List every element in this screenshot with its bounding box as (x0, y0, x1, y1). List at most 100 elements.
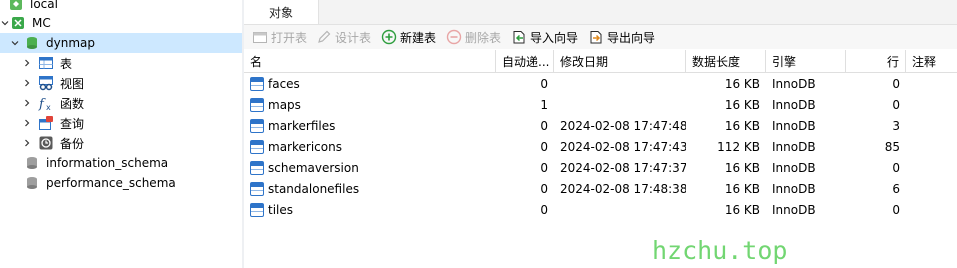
cell-modified (554, 94, 686, 115)
table-row[interactable]: schemaversion 0 2024-02-08 17:47:37 16 KB In… (244, 157, 957, 178)
cell-modified: 2024-02-08 17:47:37 (554, 157, 686, 178)
cell-data-length: 16 KB (686, 157, 766, 178)
queries-icon (38, 115, 54, 131)
chevron-down-icon[interactable] (10, 38, 20, 48)
cell-auto-increment: 0 (496, 73, 554, 94)
column-header-modified[interactable]: 修改日期 (554, 50, 686, 72)
cell-text: 0 (540, 118, 548, 133)
tree-item-information-schema[interactable]: information_schema (0, 153, 242, 173)
tree-item-label: information_schema (46, 156, 169, 170)
cell-text: 0 (540, 139, 548, 154)
column-header-name[interactable]: 名 (244, 50, 496, 72)
tree-item-mc[interactable]: MC (0, 13, 242, 33)
column-header-data-length[interactable]: 数据长度 (686, 50, 766, 72)
table-icon (250, 76, 264, 91)
tree-item-functions[interactable]: fx 函数 (0, 93, 242, 113)
tree-item-backups[interactable]: 备份 (0, 133, 242, 153)
table-row[interactable]: markericons 0 2024-02-08 17:47:43 112 KB Inn… (244, 136, 957, 157)
cell-text: InnoDB (772, 202, 816, 217)
cell-text: 2024-02-08 17:47:48 (560, 118, 686, 133)
column-header-auto-increment[interactable]: 自动递... (496, 50, 554, 72)
cell-text: 3 (892, 118, 900, 133)
tab-objects[interactable]: 对象 (244, 0, 319, 24)
cell-modified: 2024-02-08 17:48:38 (554, 178, 686, 199)
chevron-down-icon[interactable] (0, 18, 10, 28)
table-row[interactable]: maps 1 16 KB InnoDB 0 (244, 94, 957, 115)
new-table-button[interactable]: 新建表 (381, 27, 436, 47)
delete-table-button[interactable]: 删除表 (446, 27, 501, 47)
column-header-comment[interactable]: 注释 (906, 50, 957, 72)
cell-rows: 6 (846, 178, 906, 199)
database-icon (24, 35, 40, 51)
export-wizard-button[interactable]: 导出向导 (588, 27, 655, 47)
tree-item-label: 查询 (60, 116, 85, 131)
chevron-right-icon[interactable] (22, 98, 32, 108)
chevron-right-icon[interactable] (22, 78, 32, 88)
table-icon (250, 181, 264, 196)
cell-text: 0 (540, 76, 548, 91)
connection-icon (8, 0, 24, 12)
open-table-button[interactable]: 打开表 (252, 27, 307, 47)
export-wizard-label: 导出向导 (607, 30, 656, 45)
database-icon (24, 175, 40, 191)
chevron-right-icon[interactable] (22, 118, 32, 128)
tab-bar: 对象 (244, 0, 957, 25)
cell-data-length: 16 KB (686, 178, 766, 199)
export-icon (588, 29, 604, 45)
svg-text:f: f (38, 97, 46, 111)
tree-item-label: MC (32, 16, 51, 30)
cell-auto-increment: 0 (496, 136, 554, 157)
cell-rows: 0 (846, 157, 906, 178)
new-table-label: 新建表 (400, 30, 437, 45)
import-wizard-button[interactable]: 导入向导 (511, 27, 578, 47)
cell-data-length: 16 KB (686, 115, 766, 136)
table-icon (250, 139, 264, 154)
cell-rows: 3 (846, 115, 906, 136)
table-icon (250, 202, 264, 217)
cell-text: 0 (892, 97, 900, 112)
cell-auto-increment: 0 (496, 199, 554, 220)
import-icon (511, 29, 527, 45)
tree-item-local[interactable]: local (0, 0, 242, 14)
table-row[interactable]: faces 0 16 KB InnoDB 0 (244, 73, 957, 94)
tree-item-views[interactable]: 视图 (0, 73, 242, 93)
cell-rows: 0 (846, 94, 906, 115)
chevron-right-icon[interactable] (22, 58, 32, 68)
table-row[interactable]: tiles 0 16 KB InnoDB 0 (244, 199, 957, 220)
cell-name: markericons (244, 136, 496, 157)
tree-item-label: performance_schema (46, 176, 176, 190)
chevron-right-icon[interactable] (22, 138, 32, 148)
cell-text: 2024-02-08 17:48:38 (560, 181, 686, 196)
cell-text: 0 (540, 181, 548, 196)
cell-name: schemaversion (244, 157, 496, 178)
tree-item-tables[interactable]: 表 (0, 53, 242, 73)
cell-text: 0 (892, 202, 900, 217)
backups-icon (38, 135, 54, 151)
cell-text: InnoDB (772, 76, 816, 91)
cell-engine: InnoDB (766, 178, 846, 199)
watermark: hzchu.top (652, 236, 788, 265)
cell-text: 0 (540, 202, 548, 217)
table-row[interactable]: standalonefiles 0 2024-02-08 17:48:38 16 KB… (244, 178, 957, 199)
cell-auto-increment: 0 (496, 178, 554, 199)
cell-text: 1 (540, 97, 548, 112)
cell-data-length: 16 KB (686, 94, 766, 115)
cell-engine: InnoDB (766, 73, 846, 94)
cell-name: tiles (244, 199, 496, 220)
cell-rows: 0 (846, 73, 906, 94)
tree-item-performance-schema[interactable]: performance_schema (0, 173, 242, 193)
table-icon (250, 97, 264, 112)
tree-item-dynmap[interactable]: dynmap (0, 33, 242, 53)
tree-item-queries[interactable]: 查询 (0, 113, 242, 133)
column-header-engine[interactable]: 引擎 (766, 50, 846, 72)
cell-modified (554, 199, 686, 220)
table-header: 名 自动递... 修改日期 数据长度 引擎 行 注释 (244, 50, 957, 73)
cell-text: 85 (884, 139, 900, 154)
design-table-button[interactable]: 设计表 (316, 27, 371, 47)
table-icon (250, 160, 264, 175)
cell-modified: 2024-02-08 17:47:48 (554, 115, 686, 136)
table-row[interactable]: markerfiles 0 2024-02-08 17:47:48 16 KB Inno… (244, 115, 957, 136)
cell-text: InnoDB (772, 139, 816, 154)
column-header-rows[interactable]: 行 (846, 50, 906, 72)
cell-text: 16 KB (724, 160, 760, 175)
